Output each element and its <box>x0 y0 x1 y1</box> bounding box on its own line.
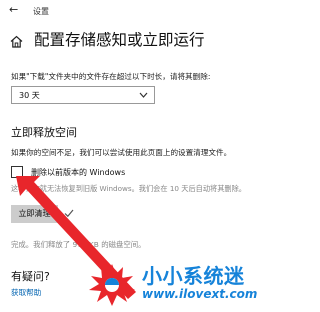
watermark-name: 小小系统迷 <box>142 264 245 288</box>
watermark-url: www.ilovext.com <box>142 287 258 301</box>
delete-old-windows-checkbox[interactable] <box>11 166 23 178</box>
checkmark-icon <box>64 209 74 218</box>
clean-now-button[interactable]: 立即清理 <box>11 205 58 223</box>
back-arrow-icon[interactable]: ← <box>9 4 19 15</box>
delete-old-windows-description: 这样，你就无法恢复到旧版 Windows。我们会在 10 天后自动将其删除。 <box>11 184 246 193</box>
home-icon <box>10 35 23 48</box>
downloads-description: 如果"下载"文件夹中的文件存在超过以下时长，请将其删除: <box>11 72 211 81</box>
settings-page: ← 设置 配置存储感知或立即运行 如果"下载"文件夹中的文件存在超过以下时长，请… <box>0 0 288 312</box>
watermark-logo-icon <box>89 264 135 306</box>
window-title: 设置 <box>33 7 49 16</box>
get-help-link[interactable]: 获取帮助 <box>11 287 41 298</box>
select-value: 30 天 <box>19 91 40 100</box>
free-space-description: 如果你的空间不足，我们可以尝试使用此页面上的设置清理文件。 <box>11 148 232 157</box>
page-title: 配置存储感知或立即运行 <box>34 31 205 49</box>
help-heading: 有疑问? <box>11 270 50 283</box>
delete-old-windows-label[interactable]: 删除以前版本的 Windows <box>31 167 125 178</box>
free-space-heading: 立即释放空间 <box>11 126 77 139</box>
cleanup-result-text: 完成。我们释放了 976 KB 的磁盘空间。 <box>11 240 146 249</box>
title-bar: ← 设置 <box>0 0 288 22</box>
chevron-down-icon <box>139 92 148 98</box>
downloads-age-select[interactable]: 30 天 <box>11 86 155 104</box>
